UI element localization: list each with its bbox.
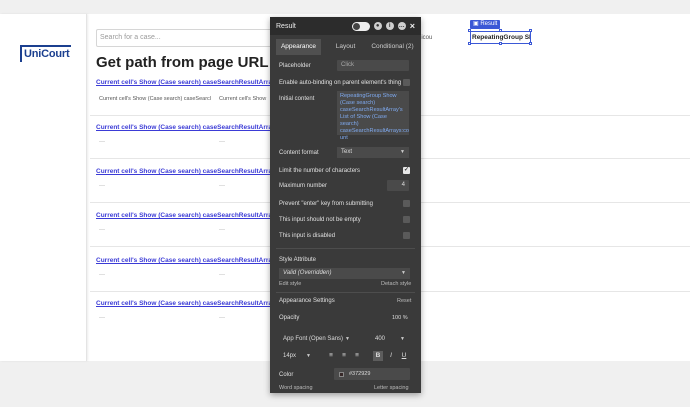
section-divider <box>276 248 415 249</box>
align-center-icon[interactable]: ≡ <box>339 351 349 361</box>
editor-title: Result <box>276 22 296 30</box>
italic-icon[interactable]: I <box>386 351 396 361</box>
editor-header: Result ● i … × <box>270 17 421 35</box>
initial-content-expression[interactable]: RepeatingGroup Show (Case search) caseSe… <box>337 91 409 141</box>
content-format-select[interactable]: Text ▼ <box>337 147 409 158</box>
result-link[interactable]: Current cell's Show (Case search) caseSe… <box>96 79 272 86</box>
max-number-label: Maximum number <box>279 183 328 189</box>
opacity-label: Opacity <box>279 315 300 321</box>
chevron-down-icon: ▼ <box>400 336 405 342</box>
disabled-label: This input is disabled <box>279 233 336 239</box>
underline-icon[interactable]: U <box>399 351 409 361</box>
result-link[interactable]: Current cell's Show (Case search) caseSe… <box>96 257 272 264</box>
appearance-settings-label: Appearance Settings <box>279 298 335 304</box>
chevron-down-icon: ▼ <box>306 353 311 359</box>
search-input[interactable]: Search for a case... <box>96 29 274 47</box>
result-link[interactable]: Current cell's Show (Case search) caseSe… <box>96 168 272 175</box>
edit-style-link[interactable]: Edit style <box>279 281 301 287</box>
not-empty-label: This input should not be empty <box>279 217 361 223</box>
result-subtext: — <box>219 227 225 233</box>
detach-style-link[interactable]: Detach style <box>381 281 411 287</box>
align-right-icon[interactable]: ≡ <box>352 351 362 361</box>
resize-handle[interactable] <box>499 29 502 32</box>
result-subtext: Current cell's Show (Case search) caseSe… <box>99 96 212 102</box>
color-value[interactable]: #372929 <box>349 371 370 377</box>
result-subtext: — <box>99 183 105 189</box>
toggle-switch[interactable] <box>351 21 370 31</box>
result-subtext: — <box>99 315 105 321</box>
resize-handle[interactable] <box>468 29 471 32</box>
result-subtext: — <box>219 183 225 189</box>
font-size-select[interactable]: 14px ▼ <box>279 351 315 362</box>
align-left-icon[interactable]: ≡ <box>326 351 336 361</box>
close-icon[interactable]: × <box>410 22 415 31</box>
max-number-input[interactable]: 4 <box>387 180 409 191</box>
left-panel: UniCourt <box>0 14 87 361</box>
result-subtext: — <box>219 139 225 145</box>
result-link[interactable]: Current cell's Show (Case search) caseSe… <box>96 124 272 131</box>
tab-conditional[interactable]: Conditional (2) <box>370 39 415 55</box>
property-editor: Result ● i … × Appearance Layout Conditi… <box>270 17 421 393</box>
color-field[interactable] <box>334 368 410 380</box>
not-empty-checkbox[interactable] <box>403 216 410 223</box>
editor-tabs: Appearance Layout Conditional (2) <box>270 39 421 55</box>
result-subtext: Current cell's Show <box>219 96 267 102</box>
reset-button[interactable]: Reset <box>397 298 411 304</box>
style-attribute-label: Style Attribute <box>279 257 317 263</box>
tab-layout[interactable]: Layout <box>323 39 368 55</box>
section-divider <box>276 292 415 293</box>
autobind-checkbox[interactable] <box>403 79 410 86</box>
unicourt-logo: UniCourt <box>20 45 72 62</box>
chevron-down-icon: ▼ <box>401 270 406 276</box>
resize-handle[interactable] <box>468 42 471 45</box>
comment-icon[interactable]: … <box>397 22 406 30</box>
tab-appearance[interactable]: Appearance <box>276 39 321 55</box>
limit-chars-label: Limit the number of characters <box>279 168 361 174</box>
gear-icon[interactable]: ● <box>373 22 382 30</box>
resize-handle[interactable] <box>529 42 532 45</box>
prevent-enter-checkbox[interactable] <box>403 200 410 207</box>
prevent-enter-label: Prevent "enter" key from submitting <box>279 201 373 207</box>
style-select[interactable]: Valid (Overridden) ▼ <box>279 268 410 279</box>
letter-spacing-label: Letter spacing <box>374 385 409 391</box>
color-label: Color <box>279 372 294 378</box>
color-swatch[interactable] <box>339 372 344 377</box>
autobind-label: Enable auto-binding on parent element's … <box>279 80 402 86</box>
result-link[interactable]: Current cell's Show (Case search) caseSe… <box>96 212 272 219</box>
initial-content-label: Initial content <box>279 96 315 102</box>
content-format-label: Content format <box>279 150 319 156</box>
result-subtext: — <box>219 315 225 321</box>
opacity-value[interactable]: 100 % <box>392 315 408 321</box>
limit-chars-checkbox[interactable]: ✓ <box>403 167 410 174</box>
page-title: Get path from page URL <box>96 54 269 71</box>
result-link[interactable]: Current cell's Show (Case search) caseSe… <box>96 300 272 307</box>
info-icon[interactable]: i <box>385 22 394 30</box>
resize-handle[interactable] <box>529 29 532 32</box>
font-weight-select[interactable]: 400 ▼ <box>371 334 409 345</box>
bold-icon[interactable]: B <box>373 351 383 361</box>
chevron-down-icon: ▼ <box>400 149 405 155</box>
word-spacing-label: Word spacing <box>279 385 313 391</box>
placeholder-input[interactable]: Click <box>337 60 409 71</box>
result-subtext: — <box>99 272 105 278</box>
result-subtext: — <box>99 139 105 145</box>
result-subtext: — <box>99 227 105 233</box>
disabled-checkbox[interactable] <box>403 232 410 239</box>
selected-element-badge: ▣ Result <box>470 20 501 29</box>
placeholder-label: Placeholder <box>279 63 311 69</box>
result-subtext: — <box>219 272 225 278</box>
chevron-down-icon: ▼ <box>345 336 350 342</box>
resize-handle[interactable] <box>499 42 502 45</box>
font-select[interactable]: App Font (Open Sans) ▼ <box>279 334 354 345</box>
